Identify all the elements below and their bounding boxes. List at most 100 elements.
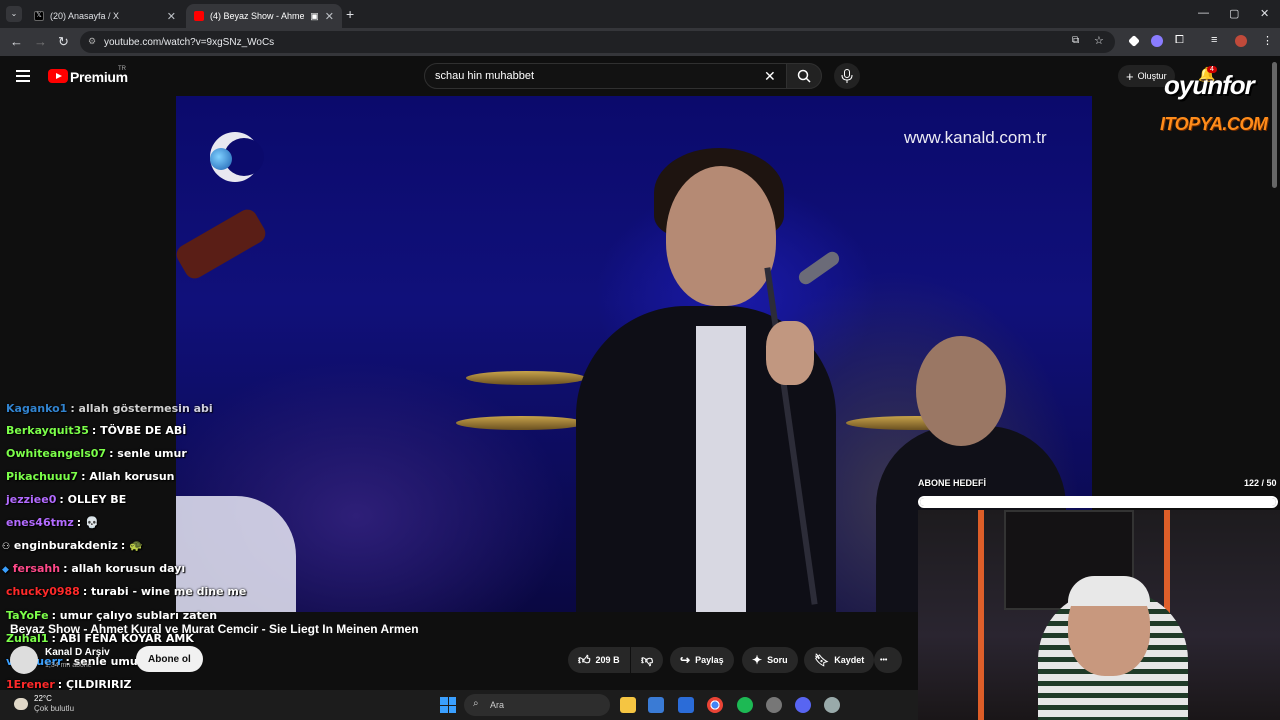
more-actions-button[interactable]: •••	[874, 647, 902, 673]
subscriber-count: 1,34 mn abone	[45, 662, 92, 669]
chat-username: Berkayquit35	[6, 424, 89, 437]
media-control-icon[interactable]: ≡	[1211, 34, 1217, 46]
chat-username: TaYoFe	[6, 609, 49, 622]
chat-text: turabi - wine me dine me	[91, 585, 247, 598]
share-label: Paylaş	[695, 655, 724, 665]
store-icon[interactable]	[648, 697, 664, 713]
search-query: schau hin muhabbet	[435, 70, 535, 82]
taskbar-search-placeholder: Ara	[490, 700, 505, 710]
singer-hand-image	[766, 321, 814, 385]
channel-watermark: www.kanald.com.tr	[904, 128, 1047, 147]
windows-taskbar: 22°C Çok bulutlu ⌕ Ara	[0, 690, 918, 720]
mail-icon[interactable]	[678, 697, 694, 713]
drummer-head-image	[916, 336, 1006, 446]
save-button[interactable]: 🔖︎ Kaydet	[804, 647, 875, 673]
chat-username: enes46tmz	[6, 516, 74, 529]
share-button[interactable]: ↪ Paylaş	[670, 647, 734, 673]
chat-text: 💀	[84, 516, 99, 529]
extension-icon[interactable]	[1128, 35, 1140, 47]
extensions-puzzle-icon[interactable]: ⧠	[1175, 34, 1184, 47]
chat-message: enes46tmz: 💀	[6, 516, 99, 529]
create-label: Oluştur	[1137, 71, 1167, 81]
microphone-icon	[841, 69, 853, 83]
bookmark-star-icon[interactable]: ☆	[1094, 34, 1104, 47]
tab-twitter[interactable]: 𝕏 (20) Anasayfa / X ✕	[26, 4, 184, 28]
extension-icon[interactable]	[1151, 35, 1163, 47]
guitar-image	[176, 205, 269, 283]
sparkle-icon: ✦	[752, 653, 763, 667]
save-label: Kaydet	[834, 655, 865, 665]
back-icon[interactable]: ←	[10, 34, 23, 49]
chrome-icon[interactable]	[707, 697, 723, 713]
voice-search-button[interactable]	[834, 63, 860, 89]
hamburger-menu-icon[interactable]	[16, 70, 30, 82]
browser-tab-strip: ⌄ 𝕏 (20) Anasayfa / X ✕ (4) Beyaz Show -…	[0, 0, 1280, 28]
itopya-logo: ITOPYA.COM	[1160, 114, 1268, 134]
subscribe-button[interactable]: Abone ol	[136, 646, 203, 672]
dislike-button[interactable]: 👎︎	[631, 647, 663, 673]
maximize-button[interactable]: ▢	[1229, 7, 1239, 20]
close-tab-icon[interactable]: ✕	[167, 10, 176, 23]
chat-username: jezziee0	[6, 493, 57, 506]
chat-username: Pikachuuu7	[6, 470, 79, 483]
profile-avatar[interactable]	[1235, 35, 1247, 47]
cymbal-image	[456, 416, 586, 430]
weather-description[interactable]: Çok bulutlu	[34, 704, 74, 713]
ask-button[interactable]: ✦ Soru	[742, 647, 798, 673]
new-tab-button[interactable]: +	[346, 6, 354, 22]
app-icon[interactable]	[766, 697, 782, 713]
chat-message: Kaganko1: allah göstermesin abi	[6, 402, 213, 415]
neon-light-image	[978, 510, 984, 720]
youtube-logo-icon[interactable]	[48, 69, 68, 83]
reload-icon[interactable]: ↻	[58, 34, 69, 50]
youtube-favicon-icon	[194, 11, 204, 21]
plus-icon: +	[1126, 68, 1134, 84]
browser-menu-icon[interactable]: ⋮	[1262, 34, 1273, 47]
clear-search-icon[interactable]: ✕	[764, 68, 776, 85]
discord-icon[interactable]	[795, 697, 811, 713]
search-input[interactable]: schau hin muhabbet	[424, 63, 788, 89]
goal-progress-fill	[920, 498, 1276, 506]
like-button[interactable]: 👍︎ 209 B	[568, 647, 630, 673]
tab-label: (4) Beyaz Show - Ahmet Ku	[210, 11, 305, 21]
chat-text: Allah korusun	[89, 470, 175, 483]
address-bar[interactable]: ⚙ youtube.com/watch?v=9xgSNz_WoCs ⧉ ☆	[80, 31, 1115, 53]
settings-gear-icon[interactable]	[824, 697, 840, 713]
chat-username: chucky0988	[6, 585, 80, 598]
singer-face-image	[666, 166, 776, 306]
streamer-headphones-image	[1068, 576, 1150, 606]
site-info-icon[interactable]: ⚙	[88, 36, 96, 47]
chat-username: Owhiteangels07	[6, 447, 107, 460]
windows-start-icon[interactable]	[440, 697, 456, 713]
page-scrollbar[interactable]	[1272, 62, 1277, 188]
subscriber-goal-progress	[918, 496, 1278, 508]
chat-message: Owhiteangels07: senle umur	[6, 447, 187, 460]
close-window-button[interactable]: ✕	[1260, 7, 1269, 20]
install-icon[interactable]: ⧉	[1072, 35, 1079, 46]
search-button[interactable]	[786, 63, 822, 89]
microphone-image	[796, 249, 842, 287]
cloud-icon	[14, 698, 28, 710]
minimize-button[interactable]: —	[1198, 7, 1209, 19]
singer-shirt-image	[696, 326, 746, 612]
taskbar-search-input[interactable]: ⌕ Ara	[464, 694, 610, 716]
share-arrow-icon: ↪	[680, 653, 691, 667]
chat-message: jezziee0: OLLEY BE	[6, 493, 127, 506]
channel-name[interactable]: Kanal D Arşiv	[45, 647, 110, 658]
close-tab-icon[interactable]: ✕	[325, 10, 334, 23]
oyunfor-logo-text: oyunfor	[1164, 70, 1255, 100]
subscriber-goal-count: 122 / 50	[1244, 478, 1277, 488]
spotify-icon[interactable]	[737, 697, 753, 713]
tab-label: (20) Anasayfa / X	[50, 11, 120, 21]
search-icon	[797, 69, 811, 83]
tab-youtube[interactable]: (4) Beyaz Show - Ahmet Ku ▣ ✕	[186, 4, 342, 28]
chat-message: Pikachuuu7: Allah korusun	[6, 470, 175, 483]
chat-message: TaYoFe: umur çalıyo subları zaten	[6, 609, 218, 622]
chat-message: chucky0988: turabi - wine me dine me	[6, 585, 247, 598]
channel-avatar[interactable]	[10, 646, 38, 674]
file-explorer-icon[interactable]	[620, 697, 636, 713]
tab-search-button[interactable]: ⌄	[6, 6, 22, 22]
forward-icon[interactable]: →	[34, 34, 47, 49]
x-logo-icon: 𝕏	[34, 11, 44, 21]
weather-temperature[interactable]: 22°C	[34, 694, 52, 703]
